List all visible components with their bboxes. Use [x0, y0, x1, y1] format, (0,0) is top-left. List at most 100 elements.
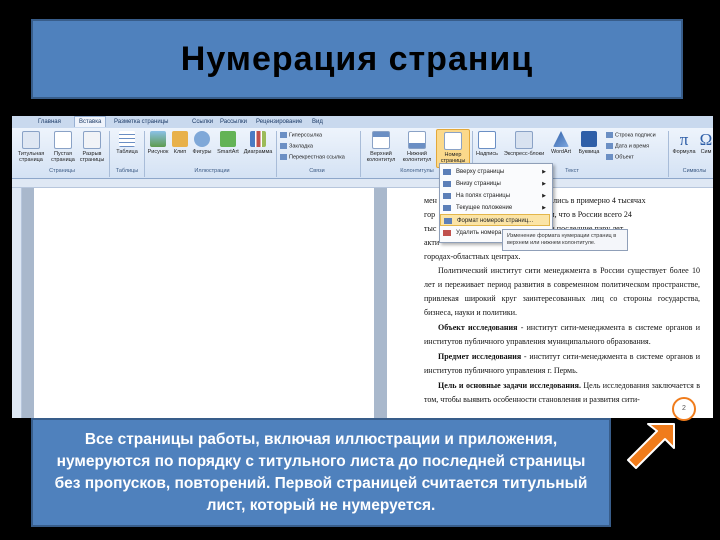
tab-references[interactable]: Ссылки — [188, 117, 217, 127]
caption-box: Все страницы работы, включая иллюстрации… — [31, 418, 611, 527]
chart-label: Диаграмма — [243, 149, 273, 155]
shapes-icon — [194, 131, 210, 147]
blank-page-button[interactable]: Пустая страница — [50, 131, 76, 163]
slide-title: Нумерация страниц — [180, 39, 534, 78]
tab-view[interactable]: Вид — [308, 117, 327, 127]
title-page-button[interactable]: Титульная страница — [14, 131, 48, 163]
menu-tooltip: Изменение формата нумерации страниц в ве… — [502, 229, 628, 251]
footer-label: Нижний колонтитул — [402, 151, 432, 163]
cross-reference-icon — [280, 154, 287, 160]
object-label: Объект — [615, 154, 634, 161]
blank-page-icon — [54, 131, 72, 149]
page-break-label: Разрыв страницы — [79, 151, 105, 163]
textbox-button[interactable]: Надпись — [474, 131, 500, 157]
submenu-arrow-icon: ▶ — [542, 169, 546, 175]
horizontal-ruler — [12, 179, 713, 188]
word-screenshot: Главная Вставка Разметка страницы Ссылки… — [12, 116, 713, 418]
picture-label: Рисунок — [147, 149, 169, 155]
menu-item-format-page-numbers[interactable]: Формат номеров страниц... — [440, 214, 550, 226]
vertical-ruler — [12, 188, 22, 418]
header-icon — [372, 131, 390, 149]
page-top-icon — [443, 169, 451, 175]
pi-icon: π — [679, 130, 689, 149]
smartart-button[interactable]: SmartArt — [215, 131, 241, 155]
group-divider — [360, 131, 361, 177]
group-links: Связи — [309, 168, 325, 174]
formula-label: Формула — [672, 149, 696, 155]
textbox-icon — [478, 131, 496, 149]
wordart-button[interactable]: WordArt — [548, 131, 574, 155]
ribbon-tabs: Главная Вставка Разметка страницы Ссылки… — [12, 116, 713, 128]
page-break-icon — [83, 131, 101, 149]
doc-bold: Объект исследования — [438, 323, 518, 332]
footer-icon — [408, 131, 426, 149]
menu-item-top-of-page[interactable]: Вверху страницы ▶ — [440, 166, 550, 178]
tab-page-layout[interactable]: Разметка страницы — [110, 117, 172, 127]
object-button[interactable]: Объект — [606, 154, 634, 160]
menu-item-page-margins[interactable]: На полях страницы ▶ — [440, 190, 550, 202]
menu-item-label: Формат номеров страниц... — [457, 218, 534, 224]
menu-item-label: Вверху страницы — [456, 169, 505, 175]
chart-button[interactable]: Диаграмма — [242, 131, 274, 155]
cross-reference-button[interactable]: Перекрестная ссылка — [280, 154, 345, 160]
tab-insert[interactable]: Вставка — [74, 116, 107, 127]
hyperlink-button[interactable]: Гиперссылка — [280, 132, 322, 138]
quick-parts-icon — [515, 131, 533, 149]
group-divider — [109, 131, 110, 177]
bookmark-button[interactable]: Закладка — [280, 143, 313, 149]
chart-icon — [250, 131, 266, 147]
header-label: Верхний колонтитул — [366, 151, 396, 163]
symbol-label: Сим — [700, 149, 712, 155]
clip-button[interactable]: Клип — [171, 131, 189, 155]
smartart-label: SmartArt — [217, 149, 239, 155]
blank-page-label: Пустая страница — [51, 151, 75, 163]
wordart-icon — [553, 131, 569, 147]
title-banner: Нумерация страниц — [31, 19, 683, 99]
clipart-icon — [172, 131, 188, 147]
ribbon: Титульная страница Пустая страница Разры… — [12, 128, 713, 179]
signature-icon — [606, 132, 613, 138]
menu-item-bottom-of-page[interactable]: Внизу страницы ▶ — [440, 178, 550, 190]
cross-reference-label: Перекрестная ссылка — [289, 154, 345, 161]
tab-mailings[interactable]: Рассылки — [216, 117, 251, 127]
date-time-label: Дата и время — [615, 143, 650, 150]
title-page-label: Титульная страница — [17, 151, 45, 163]
omega-icon: Ω — [699, 131, 713, 149]
signature-line-button[interactable]: Строка подписи — [606, 132, 656, 138]
date-time-button[interactable]: Дата и время — [606, 143, 649, 149]
symbol-button[interactable]: Ω Сим — [699, 131, 713, 155]
footer-button[interactable]: Нижний колонтитул — [400, 131, 434, 163]
hyperlink-icon — [280, 132, 287, 138]
remove-icon — [443, 230, 451, 236]
menu-item-label: Текущее положение — [456, 205, 513, 211]
doc-paragraph: Цель и основные задачи исследования. Цел… — [424, 379, 700, 407]
table-icon — [119, 131, 135, 147]
page-number-icon — [444, 132, 462, 150]
doc-paragraph: Предмет исследования - институт сити-мен… — [424, 350, 700, 378]
header-button[interactable]: Верхний колонтитул — [364, 131, 398, 163]
group-headers-footers: Колонтитулы — [400, 168, 434, 174]
group-pages: Страницы — [49, 168, 75, 174]
document-page-left[interactable] — [34, 188, 374, 418]
group-symbols: Символы — [682, 168, 707, 174]
group-divider — [668, 131, 669, 177]
dropcap-label: Буквица — [578, 149, 600, 155]
table-button[interactable]: Таблица — [112, 131, 142, 155]
tab-home[interactable]: Главная — [34, 117, 65, 127]
quick-parts-button[interactable]: Экспресс-блоки — [502, 131, 546, 157]
bookmark-label: Закладка — [289, 143, 313, 150]
shapes-button[interactable]: Фигуры — [190, 131, 214, 155]
quick-parts-label: Экспресс-блоки — [503, 151, 545, 157]
doc-bold: Цель и основные задачи исследования. — [438, 381, 581, 390]
formula-button[interactable]: π Формула — [671, 130, 697, 156]
dropcap-icon — [581, 131, 597, 147]
menu-item-current-position[interactable]: Текущее положение ▶ — [440, 202, 550, 214]
page-break-button[interactable]: Разрыв страницы — [78, 131, 106, 163]
tab-review[interactable]: Рецензирование — [252, 117, 306, 127]
picture-button[interactable]: Рисунок — [146, 131, 170, 155]
arrow-icon — [627, 423, 675, 469]
bookmark-icon — [280, 143, 287, 149]
group-divider — [276, 131, 277, 177]
dropcap-button[interactable]: Буквица — [576, 131, 602, 155]
submenu-arrow-icon: ▶ — [542, 181, 546, 187]
